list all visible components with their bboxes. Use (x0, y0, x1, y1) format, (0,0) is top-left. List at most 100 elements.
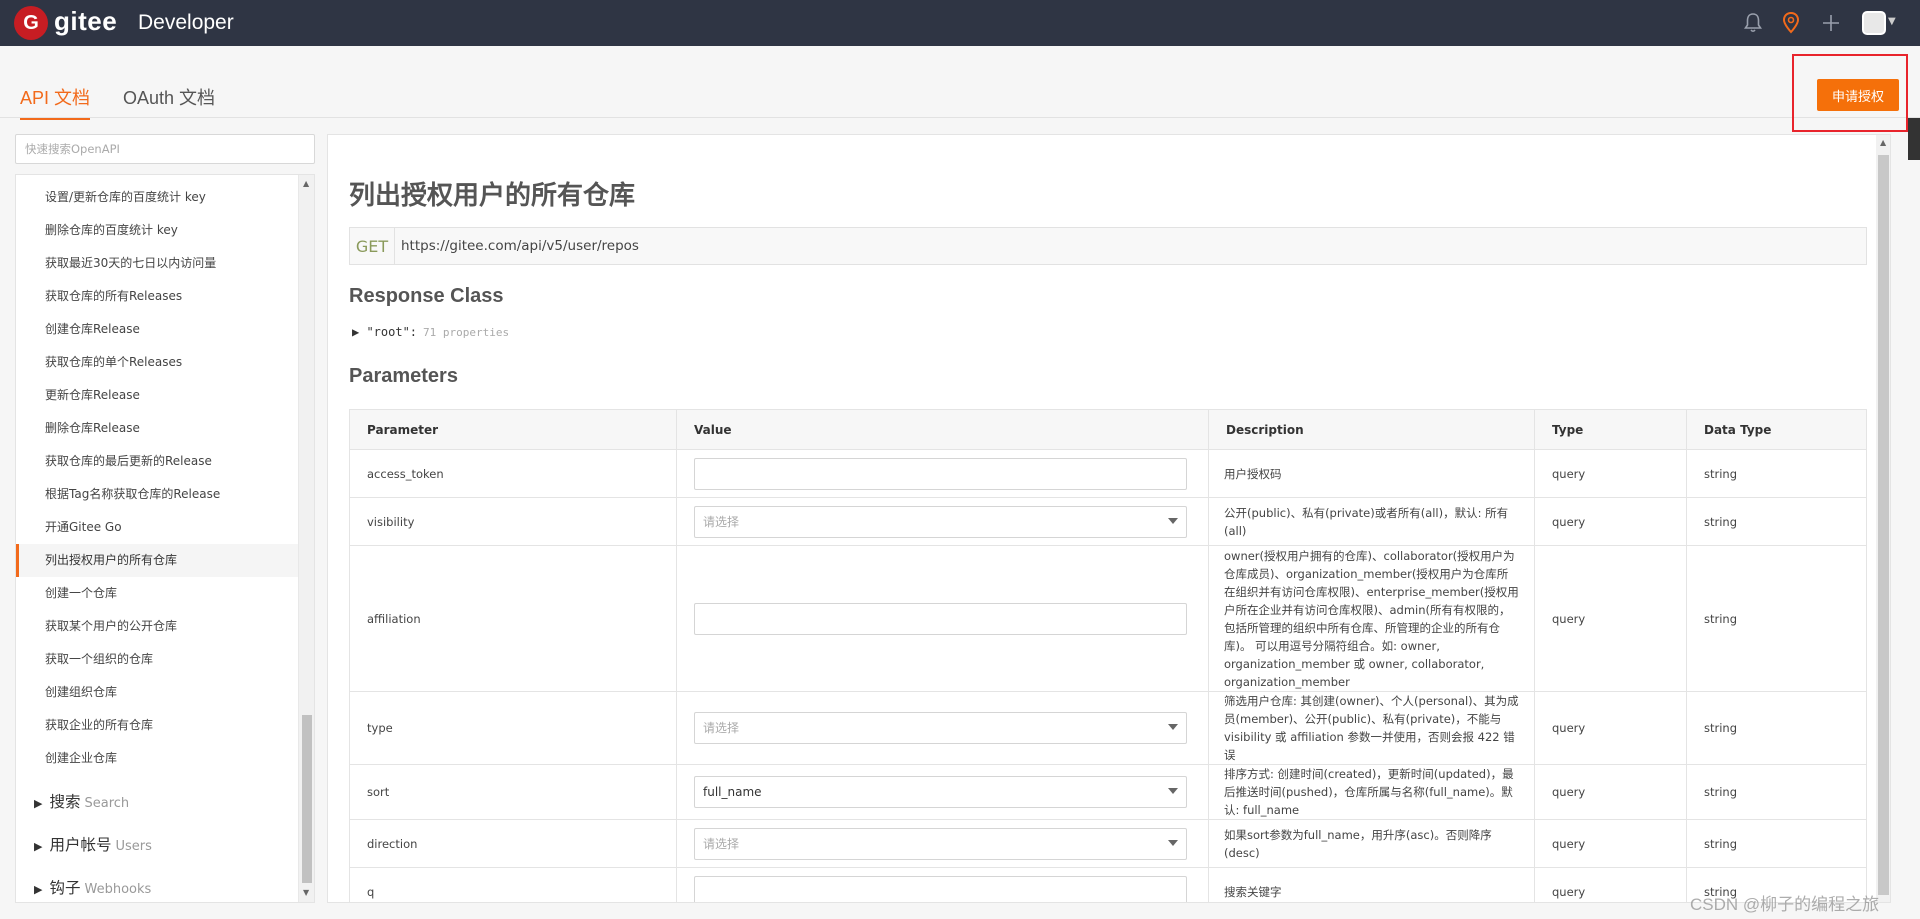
chevron-down-icon[interactable] (1168, 724, 1178, 730)
param-select[interactable]: 请选择 (694, 505, 1187, 538)
column-header: Description (1208, 409, 1535, 450)
param-name: direction (349, 819, 677, 868)
response-root-toggle[interactable]: ▶ "root": 71 properties (352, 325, 509, 339)
sidebar-item[interactable]: 设置/更新仓库的百度统计 key (16, 181, 298, 214)
sidebar-item[interactable]: 开通Gitee Go (16, 511, 298, 544)
param-value-cell: 请选择 (676, 691, 1209, 765)
apply-authorization-button[interactable]: 申请授权 (1817, 79, 1899, 111)
scroll-up-icon[interactable]: ▲ (303, 179, 309, 188)
tab-oauth-docs[interactable]: OAuth 文档 (123, 84, 215, 110)
param-value-cell (676, 545, 1209, 692)
plus-icon[interactable] (1819, 11, 1843, 35)
bell-icon[interactable] (1741, 11, 1765, 35)
param-type: query (1534, 764, 1687, 820)
sidebar-group-en: Users (115, 839, 152, 854)
sidebar-item[interactable]: 列出授权用户的所有仓库 (16, 544, 298, 577)
sidebar-item[interactable]: 获取某个用户的公开仓库 (16, 610, 298, 643)
table-row: type 请选择 筛选用户仓库: 其创建(owner)、个人(personal)… (349, 691, 1867, 765)
sidebar-item[interactable]: 获取企业的所有仓库 (16, 709, 298, 742)
caret-right-icon: ▶ (34, 840, 43, 853)
location-pin-icon[interactable] (1779, 11, 1803, 35)
param-description: 用户授权码 (1208, 449, 1535, 498)
sidebar-group[interactable]: ▶ 钩子 Webhooks (16, 867, 298, 902)
param-description: 搜索关键字 (1208, 867, 1535, 902)
param-input[interactable] (694, 457, 1187, 490)
avatar[interactable] (1862, 11, 1886, 35)
column-header: Data Type (1686, 409, 1867, 450)
product-name: Developer (138, 11, 234, 34)
table-header-row: Parameter Value Description Type Data Ty… (349, 409, 1867, 450)
main-scroll-thumb[interactable] (1878, 155, 1889, 895)
param-description: owner(授权用户拥有的仓库)、collaborator(授权用户为仓库成员)… (1208, 545, 1535, 692)
param-input[interactable] (694, 875, 1187, 902)
sidebar-item[interactable]: 创建企业仓库 (16, 742, 298, 775)
sidebar-item[interactable]: 获取仓库的单个Releases (16, 346, 298, 379)
watermark: CSDN @柳子的编程之旅 (1690, 895, 1880, 914)
table-row: access_token 用户授权码 query string (349, 449, 1867, 498)
parameters-title: Parameters (349, 365, 458, 387)
param-select[interactable]: 请选择 (694, 712, 1187, 744)
param-value-cell (676, 449, 1209, 498)
param-data-type: string (1686, 691, 1867, 765)
param-select[interactable]: full_name (694, 776, 1187, 808)
sidebar-item[interactable]: 根据Tag名称获取仓库的Release (16, 478, 298, 511)
param-value-cell: full_name (676, 764, 1209, 820)
sidebar-group-label: 搜索 (49, 793, 81, 811)
sidebar-group-en: Search (84, 796, 130, 811)
select-value: 请选择 (703, 836, 740, 851)
param-data-type: string (1686, 764, 1867, 820)
chevron-down-icon[interactable] (1168, 517, 1178, 524)
sidebar-item[interactable]: 创建仓库Release (16, 313, 298, 346)
root-props-count: 71 properties (423, 326, 510, 339)
param-select[interactable]: 请选择 (694, 827, 1187, 860)
sidebar-group[interactable]: ▶ 搜索 Search (16, 781, 298, 824)
select-value: 请选择 (703, 721, 740, 735)
sidebar-item[interactable]: 创建组织仓库 (16, 676, 298, 709)
param-name: access_token (349, 449, 677, 498)
sidebar: 设置/更新仓库的百度统计 key 删除仓库的百度统计 key 获取最近30天的七日以… (15, 174, 315, 903)
table-row: affiliation owner(授权用户拥有的仓库)、collaborato… (349, 545, 1867, 692)
param-data-type: string (1686, 497, 1867, 546)
param-type: query (1534, 819, 1687, 868)
main-scrollbar[interactable]: ▲ (1876, 135, 1890, 902)
sidebar-scrollbar[interactable]: ▲ ▼ (298, 175, 314, 902)
response-class-title: Response Class (349, 285, 504, 307)
param-type: query (1534, 867, 1687, 902)
root-label: ▶ "root": (352, 325, 418, 339)
http-method-badge: GET (350, 228, 395, 264)
sidebar-group[interactable]: ▶ 用户帐号 Users (16, 824, 298, 867)
doc-tabs: API 文档 OAuth 文档 (0, 46, 1920, 120)
param-value-cell: 请选择 (676, 497, 1209, 546)
sidebar-item[interactable]: 创建一个仓库 (16, 577, 298, 610)
sidebar-item[interactable]: 获取一个组织的仓库 (16, 643, 298, 676)
scroll-down-icon[interactable]: ▼ (303, 888, 309, 897)
sidebar-item[interactable]: 获取仓库的所有Releases (16, 280, 298, 313)
scroll-up-icon[interactable]: ▲ (1880, 138, 1886, 147)
column-header: Value (676, 409, 1209, 450)
endpoint-bar: GET https://gitee.com/api/v5/user/repos (349, 227, 1867, 265)
param-description: 如果sort参数为full_name，用升序(asc)。否则降序(desc) (1208, 819, 1535, 868)
chevron-down-icon[interactable] (1168, 839, 1178, 846)
param-name: q (349, 867, 677, 902)
sidebar-group-en: Webhooks (84, 882, 152, 897)
logo-text[interactable]: gitee (54, 6, 117, 37)
sidebar-item[interactable]: 更新仓库Release (16, 379, 298, 412)
sidebar-list: 设置/更新仓库的百度统计 key 删除仓库的百度统计 key 获取最近30天的七日以… (16, 175, 298, 902)
select-value: 请选择 (703, 514, 740, 529)
floating-side-tab[interactable] (1908, 118, 1920, 160)
caret-right-icon: ▶ (34, 883, 43, 896)
sidebar-scroll-thumb[interactable] (302, 715, 312, 883)
sidebar-item[interactable]: 获取仓库的最后更新的Release (16, 445, 298, 478)
sidebar-item[interactable]: 删除仓库Release (16, 412, 298, 445)
sidebar-item[interactable]: 获取最近30天的七日以内访问量 (16, 247, 298, 280)
sidebar-item[interactable]: 删除仓库的百度统计 key (16, 214, 298, 247)
param-input[interactable] (694, 602, 1187, 635)
logo-letter: G (23, 11, 39, 34)
tab-api-docs[interactable]: API 文档 (20, 84, 91, 120)
chevron-down-icon[interactable]: ▼ (1888, 16, 1896, 27)
param-name: sort (349, 764, 677, 820)
search-input[interactable]: 快速搜索OpenAPI (15, 134, 315, 164)
chevron-down-icon[interactable] (1168, 788, 1178, 794)
param-description: 筛选用户仓库: 其创建(owner)、个人(personal)、其为成员(mem… (1208, 691, 1535, 765)
gitee-logo-icon[interactable]: G (14, 6, 48, 40)
